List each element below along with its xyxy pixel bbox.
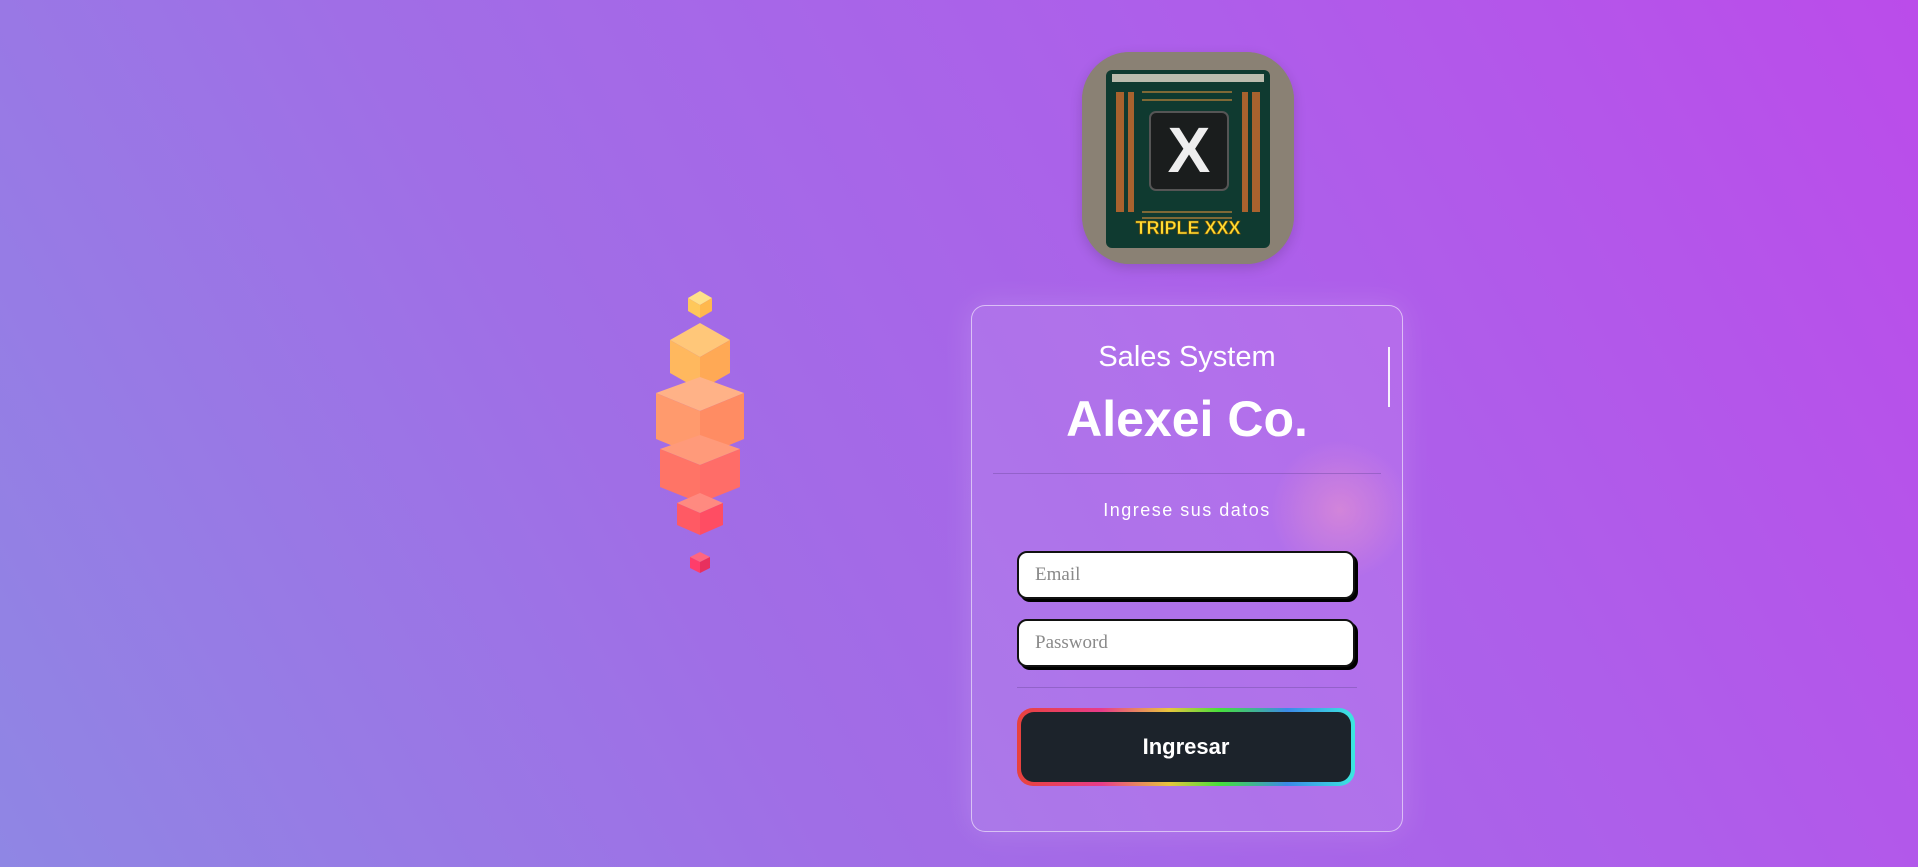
email-field[interactable]	[1017, 551, 1355, 599]
login-card: Sales System Alexei Co. Ingrese sus dato…	[971, 305, 1403, 832]
submit-button[interactable]: Ingresar	[1021, 712, 1351, 782]
login-prompt: Ingrese sus datos	[1103, 500, 1271, 520]
cube-1	[688, 291, 712, 318]
brand-logo: X TRIPLE XXX	[1082, 52, 1294, 264]
cube-6	[690, 552, 710, 573]
chip-logo-image: X TRIPLE XXX	[1082, 52, 1294, 264]
submit-button-frame: Ingresar	[1017, 708, 1355, 786]
logo-letter: X	[1168, 114, 1211, 186]
header-divider	[993, 473, 1381, 474]
system-subtitle: Sales System	[1098, 341, 1276, 373]
form-divider	[1017, 687, 1357, 688]
password-field[interactable]	[1017, 619, 1355, 667]
cube-4	[660, 435, 740, 503]
logo-text: TRIPLE XXX	[1135, 218, 1240, 238]
cube-5	[677, 493, 723, 535]
cube-stack-decoration	[640, 285, 760, 585]
company-title: Alexei Co.	[1066, 391, 1308, 447]
cube-stack-graphic	[656, 291, 744, 573]
